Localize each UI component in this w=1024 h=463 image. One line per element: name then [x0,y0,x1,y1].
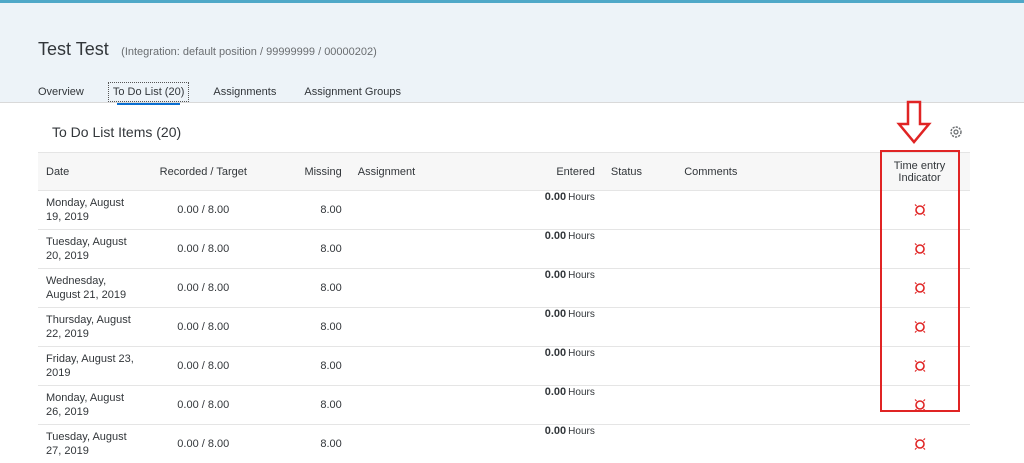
row-comments [676,307,870,347]
table-row[interactable]: Tuesday, August 27, 2019 0.00 / 8.00 8.0… [38,424,970,463]
column-header-missing[interactable]: Missing [262,152,350,191]
row-date: Wednesday, August 21, 2019 [46,275,127,301]
down-arrow-annotation-icon [896,100,932,144]
row-missing: 8.00 [262,268,350,308]
row-comments [676,229,870,269]
row-status [602,268,677,308]
row-entered-unit: Hours [568,387,595,398]
row-missing: 8.00 [262,190,350,230]
column-header-comments[interactable]: Comments [676,152,870,191]
row-entered-unit: Hours [568,348,595,359]
error-indicator-icon[interactable] [913,437,927,451]
row-recorded: 0.00 / 8.00 [144,307,263,347]
table-row[interactable]: Friday, August 23, 2019 0.00 / 8.00 8.00… [38,346,970,386]
section-title: To Do List Items (20) [52,124,182,140]
column-header-status[interactable]: Status [602,152,677,191]
object-title: Test Test (Integration: default position… [38,39,377,60]
row-entered: 0.00 [544,269,567,281]
row-date: Tuesday, August 27, 2019 [46,431,127,457]
row-comments [676,190,870,230]
row-entered-unit: Hours [568,309,595,320]
row-assignment [349,424,469,463]
tab-overview[interactable]: Overview [38,83,88,101]
row-assignment [349,229,469,269]
employee-name: Test Test [38,39,109,59]
row-date: Monday, August 19, 2019 [46,197,125,223]
row-entered: 0.00 [544,425,567,437]
row-comments [676,346,870,386]
row-missing: 8.00 [262,229,350,269]
row-entered: 0.00 [544,230,567,242]
tab-assignment-groups[interactable]: Assignment Groups [300,83,405,101]
row-missing: 8.00 [262,307,350,347]
row-entered: 0.00 [544,308,567,320]
column-header-assignment[interactable]: Assignment [349,152,469,191]
row-comments [676,268,870,308]
row-assignment [349,190,469,230]
row-entered: 0.00 [544,191,567,203]
employee-subtitle: (Integration: default position / 9999999… [121,46,377,58]
row-date: Friday, August 23, 2019 [46,353,134,379]
row-status [602,385,677,425]
row-comments [676,385,870,425]
tab-to-do-list[interactable]: To Do List (20) [107,82,190,105]
tab-bar: Overview To Do List (20) Assignments Ass… [38,81,425,105]
row-recorded: 0.00 / 8.00 [144,190,263,230]
row-entered: 0.00 [544,386,567,398]
gear-icon[interactable] [948,124,964,140]
row-assignment [349,346,469,386]
row-entered-unit: Hours [568,231,595,242]
column-header-recorded[interactable]: Recorded / Target [144,152,263,191]
table-body: Monday, August 19, 2019 0.00 / 8.00 8.00… [38,190,970,463]
row-assignment [349,385,469,425]
tab-assignments[interactable]: Assignments [209,83,280,101]
to-do-list-table: Date Recorded / Target Missing Assignmen… [38,152,970,463]
table-row[interactable]: Monday, August 26, 2019 0.00 / 8.00 8.00… [38,385,970,425]
table-row[interactable]: Monday, August 19, 2019 0.00 / 8.00 8.00… [38,190,970,230]
row-status [602,307,677,347]
row-comments [676,424,870,463]
row-status [602,229,677,269]
table-row[interactable]: Thursday, August 22, 2019 0.00 / 8.00 8.… [38,307,970,347]
row-recorded: 0.00 / 8.00 [144,229,263,269]
row-date: Thursday, August 22, 2019 [46,314,131,340]
row-missing: 8.00 [262,346,350,386]
indicator-highlight-box [880,150,960,412]
column-header-date[interactable]: Date [38,152,144,191]
row-recorded: 0.00 / 8.00 [144,346,263,386]
row-entered-unit: Hours [568,426,595,437]
row-status [602,424,677,463]
row-date: Monday, August 26, 2019 [46,392,125,418]
row-missing: 8.00 [262,424,350,463]
row-entered-unit: Hours [568,270,595,281]
row-missing: 8.00 [262,385,350,425]
object-header: Test Test (Integration: default position… [0,3,1024,105]
row-entered: 0.00 [544,347,567,359]
row-status [602,190,677,230]
row-assignment [349,307,469,347]
row-recorded: 0.00 / 8.00 [144,424,263,463]
row-recorded: 0.00 / 8.00 [144,385,263,425]
table-row[interactable]: Wednesday, August 21, 2019 0.00 / 8.00 8… [38,268,970,308]
row-assignment [349,268,469,308]
column-header-entered[interactable]: Entered [468,152,603,191]
row-date: Tuesday, August 20, 2019 [46,236,127,262]
row-recorded: 0.00 / 8.00 [144,268,263,308]
row-status [602,346,677,386]
row-entered-unit: Hours [568,192,595,203]
table-header-row: Date Recorded / Target Missing Assignmen… [38,152,970,191]
table-row[interactable]: Tuesday, August 20, 2019 0.00 / 8.00 8.0… [38,229,970,269]
